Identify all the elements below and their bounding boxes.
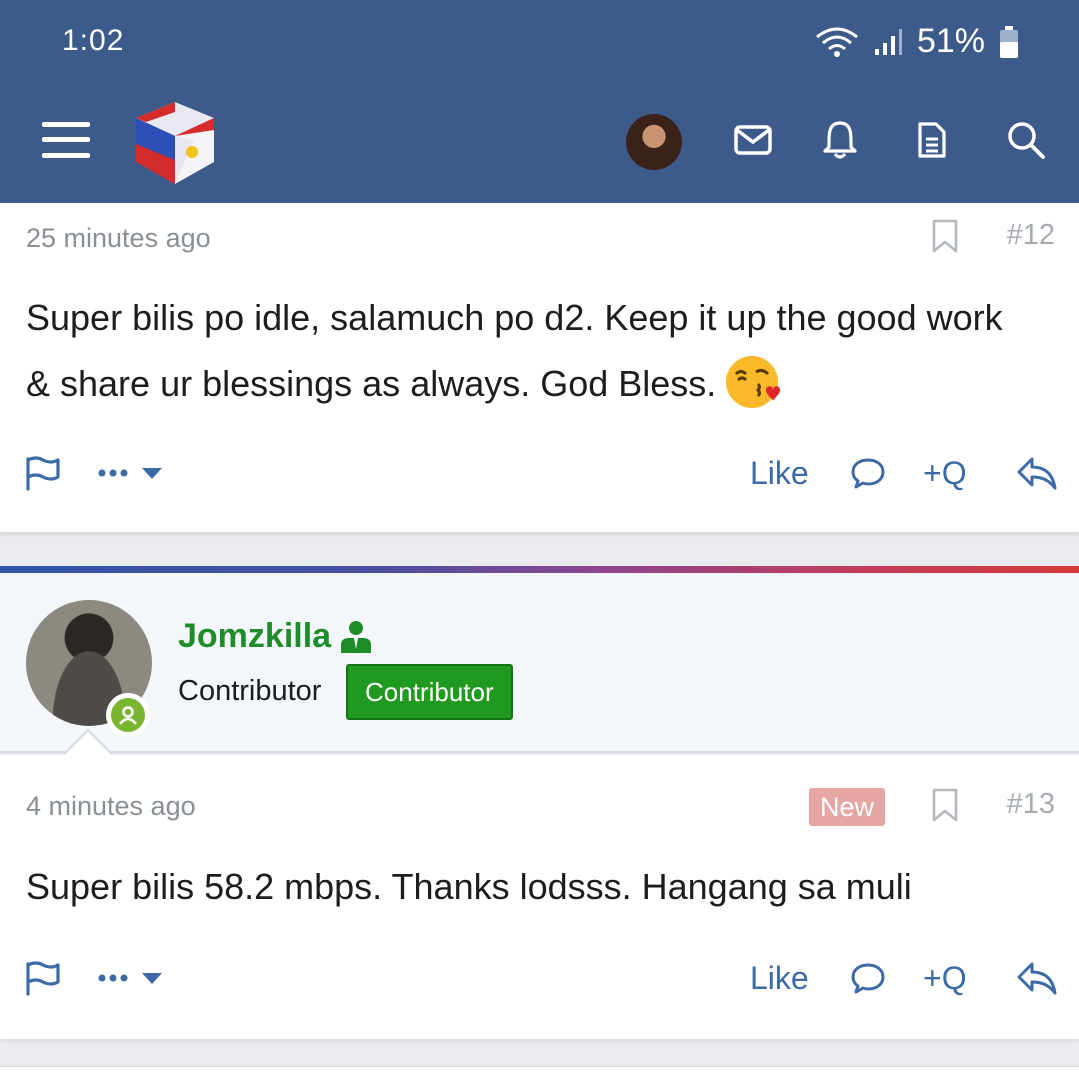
search-icon[interactable] <box>994 108 1058 172</box>
report-flag-icon[interactable] <box>24 953 62 1003</box>
more-options-icon[interactable] <box>98 448 164 498</box>
status-icons: 51% <box>815 22 1019 61</box>
status-time: 1:02 <box>62 24 125 57</box>
mail-icon[interactable] <box>721 108 785 172</box>
post-text: Super bilis po idle, salamuch po d2. Kee… <box>26 297 1003 404</box>
staff-member-icon <box>341 620 372 653</box>
post-card: 25 minutes ago #12 Super bilis po idle, … <box>0 203 1079 533</box>
author-title: Contributor <box>178 675 322 707</box>
author-name[interactable]: Jomzkilla <box>178 617 373 656</box>
battery-icon <box>1000 25 1018 58</box>
site-logo[interactable] <box>134 100 216 186</box>
post-actions: Like +Q <box>0 448 1079 498</box>
share-reply-icon[interactable] <box>1016 448 1058 498</box>
battery-percent: 51% <box>916 22 985 60</box>
like-button[interactable]: Like <box>750 953 809 1003</box>
post-author-bar: Jomzkilla Contributor Contributor <box>0 573 1079 753</box>
post-content: Super bilis po idle, salamuch po d2. Kee… <box>26 285 1036 417</box>
post-divider <box>0 566 1079 573</box>
user-avatar-small[interactable] <box>626 114 682 170</box>
next-post-card <box>0 1066 1079 1079</box>
multi-quote-button[interactable]: +Q <box>923 448 967 498</box>
multi-quote-button[interactable]: +Q <box>923 953 967 1003</box>
post-card: 4 minutes ago New #13 Super bilis 58.2 m… <box>0 755 1079 1039</box>
post-time[interactable]: 4 minutes ago <box>26 791 196 822</box>
reply-bubble-icon[interactable] <box>850 953 886 1003</box>
menu-icon[interactable] <box>34 108 98 172</box>
app-header: 1:02 51% <box>0 0 1079 203</box>
post-number[interactable]: #13 <box>1007 788 1055 821</box>
like-button[interactable]: Like <box>750 448 809 498</box>
post-time[interactable]: 25 minutes ago <box>26 223 211 254</box>
online-status-icon <box>106 693 150 737</box>
wifi-icon <box>816 27 858 57</box>
bookmark-icon[interactable] <box>931 219 959 253</box>
role-badge: Contributor <box>346 664 513 720</box>
share-reply-icon[interactable] <box>1016 953 1058 1003</box>
document-icon[interactable] <box>900 108 964 172</box>
kiss-emoji-icon <box>726 356 781 409</box>
reply-bubble-icon[interactable] <box>850 448 886 498</box>
post-actions: Like +Q <box>0 953 1079 1003</box>
bookmark-icon[interactable] <box>931 788 959 822</box>
post-text: Super bilis 58.2 mbps. Thanks lodsss. Ha… <box>26 866 912 907</box>
author-name-text[interactable]: Jomzkilla <box>178 617 331 656</box>
more-options-icon[interactable] <box>98 953 164 1003</box>
bell-icon[interactable] <box>808 108 872 172</box>
signal-icon <box>874 28 902 55</box>
new-badge: New <box>809 788 886 826</box>
author-arrow <box>64 729 112 755</box>
post-number[interactable]: #12 <box>1007 219 1055 252</box>
report-flag-icon[interactable] <box>24 448 62 498</box>
